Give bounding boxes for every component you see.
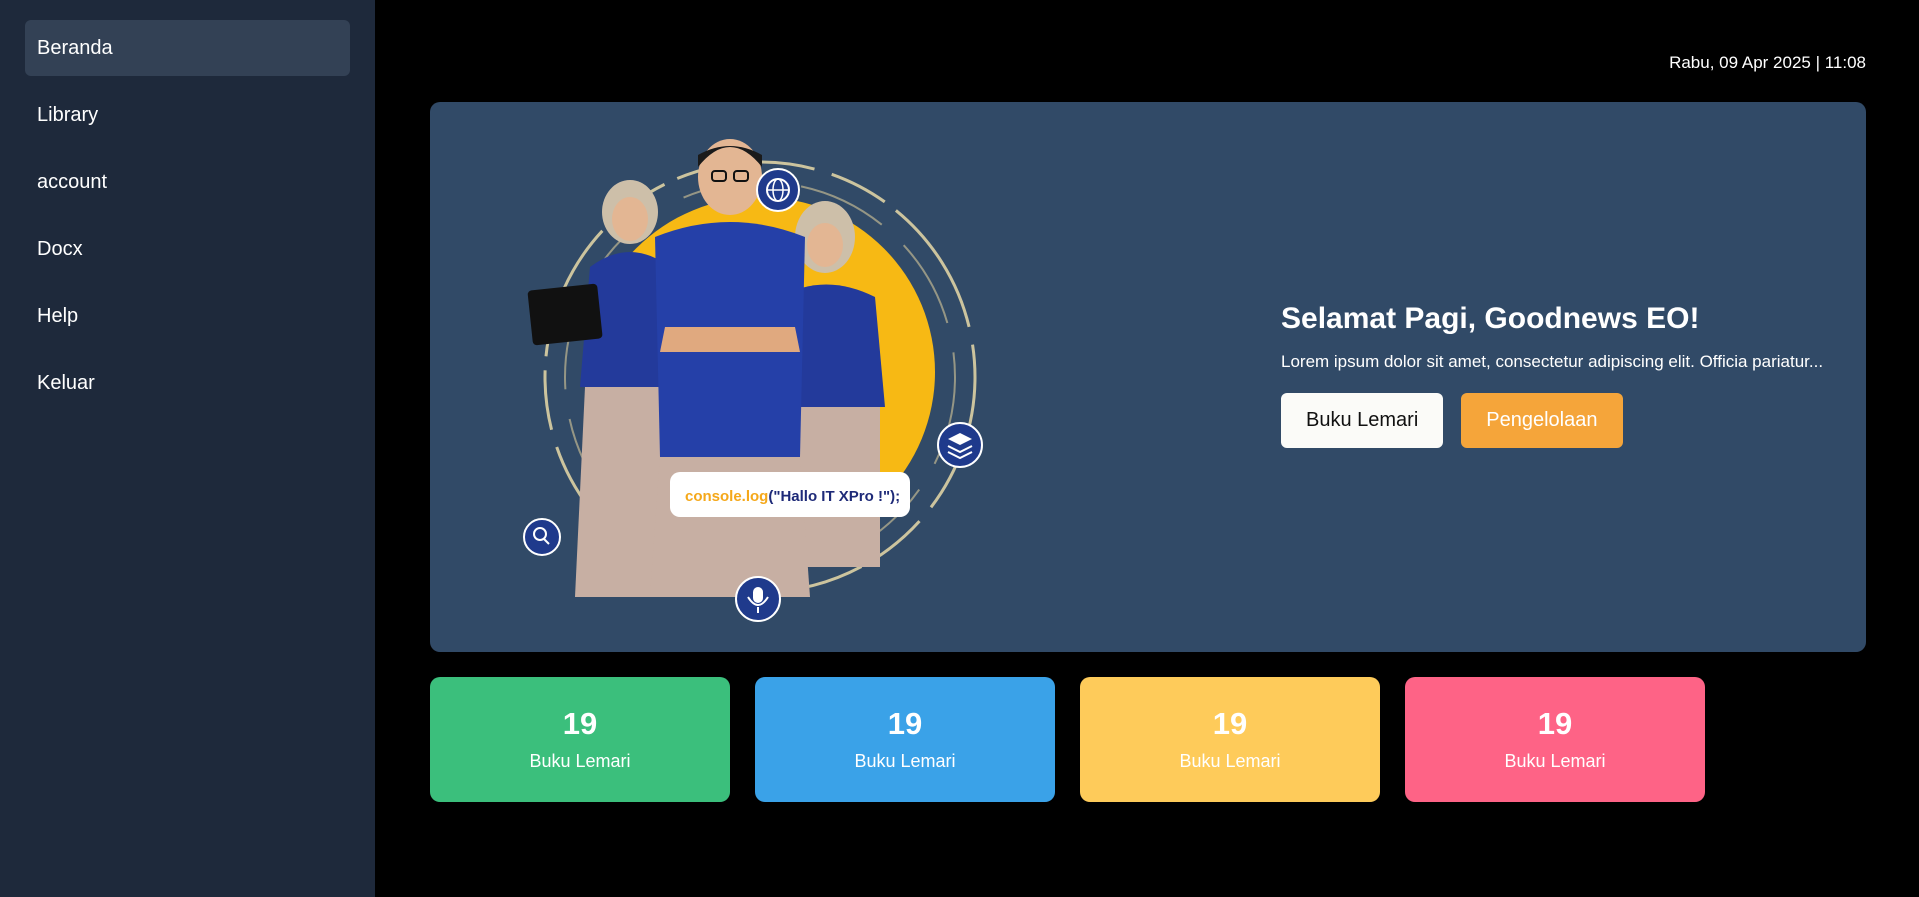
buku-lemari-button[interactable]: Buku Lemari [1281, 393, 1444, 448]
stat-card-pink[interactable]: 19 Buku Lemari [1405, 677, 1705, 802]
stat-value: 19 [562, 705, 598, 741]
stat-label: Buku Lemari [529, 750, 631, 771]
sidebar-item-label: account [37, 170, 108, 193]
stat-cards: 19 Buku Lemari 19 Buku Lemari 19 Buku Le… [430, 677, 1705, 802]
search-icon [523, 518, 561, 556]
sidebar-item-label: Beranda [37, 36, 113, 59]
hero-description: Lorem ipsum dolor sit amet, consectetur … [1281, 352, 1824, 371]
pengelolaan-button[interactable]: Pengelolaan [1461, 393, 1623, 448]
code-prefix: console.log [685, 488, 768, 505]
hero-illustration: console.log("Hallo IT XPro !"); [523, 139, 983, 622]
app-root: Beranda Library account Docx Help Keluar… [0, 0, 1919, 897]
sidebar-item-label: Library [37, 103, 99, 126]
stat-label: Buku Lemari [1504, 750, 1606, 771]
code-bubble: console.log("Hallo IT XPro !"); [670, 472, 910, 517]
stat-value: 19 [1212, 705, 1248, 741]
microphone-icon [735, 576, 781, 622]
stat-label: Buku Lemari [854, 750, 956, 771]
datetime-display: Rabu, 09 Apr 2025 | 11:08 [1669, 53, 1866, 72]
stat-value: 19 [887, 705, 923, 741]
sidebar-item-library[interactable]: Library [25, 87, 350, 143]
globe-icon [756, 168, 800, 212]
sidebar: Beranda Library account Docx Help Keluar [0, 0, 375, 897]
layers-icon [937, 422, 983, 468]
main-content: Rabu, 09 Apr 2025 | 11:08 console.log("H… [375, 0, 1919, 897]
sidebar-item-account[interactable]: account [25, 154, 350, 210]
stat-card-yellow[interactable]: 19 Buku Lemari [1080, 677, 1380, 802]
hero-actions: Buku Lemari Pengelolaan [1281, 393, 1851, 448]
greeting-title: Selamat Pagi, Goodnews EO! [1281, 302, 1700, 335]
sidebar-item-help[interactable]: Help [25, 288, 350, 344]
svg-text:console.log("Hallo IT XPro !"): console.log("Hallo IT XPro !"); [685, 488, 900, 505]
stat-label: Buku Lemari [1179, 750, 1281, 771]
code-rest: ("Hallo IT XPro !"); [768, 488, 900, 505]
sidebar-item-keluar[interactable]: Keluar [25, 355, 350, 411]
sidebar-item-beranda[interactable]: Beranda [25, 20, 350, 76]
stat-value: 19 [1537, 705, 1573, 741]
sidebar-item-label: Keluar [37, 371, 95, 394]
hero-text: Selamat Pagi, Goodnews EO! Lorem ipsum d… [1281, 302, 1851, 448]
stat-card-green[interactable]: 19 Buku Lemari [430, 677, 730, 802]
sidebar-item-docx[interactable]: Docx [25, 221, 350, 277]
sidebar-item-label: Docx [37, 237, 83, 260]
sidebar-item-label: Help [37, 304, 79, 327]
stat-card-blue[interactable]: 19 Buku Lemari [755, 677, 1055, 802]
hero-banner: console.log("Hallo IT XPro !"); Selamat … [430, 102, 1866, 652]
